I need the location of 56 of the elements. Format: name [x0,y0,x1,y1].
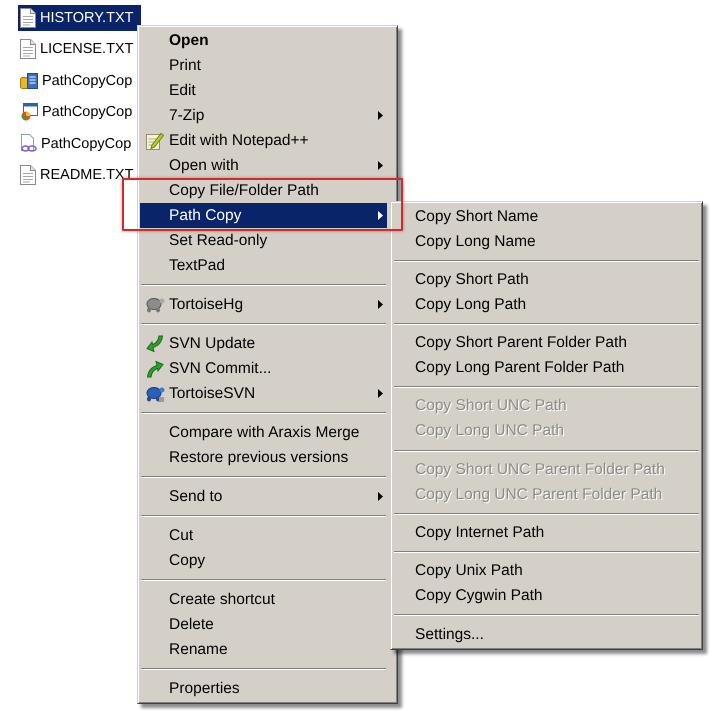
file-item[interactable]: HISTORY.TXT [18,5,142,31]
file-item[interactable]: PathCopyCop [18,130,140,157]
menu-item[interactable]: Rename [140,637,387,662]
window-icon [20,103,38,122]
menu-item[interactable]: 7-Zip [140,103,387,128]
file-item[interactable]: PathCopyCop [18,99,140,126]
menu-item[interactable]: Send to [140,484,387,509]
turtle-icon [144,296,164,314]
menu-item[interactable]: Copy Short Path [393,267,700,292]
menu-item[interactable]: Copy Cygwin Path [393,584,700,609]
menu-item[interactable]: Copy Long Path [393,292,700,318]
menu-item[interactable]: SVN Update [140,331,387,356]
menu-item[interactable]: Copy Long Parent Folder Path [393,356,700,381]
menu-item[interactable]: Properties [140,676,387,701]
menu-item[interactable]: Edit with Notepad++ [140,128,387,153]
submenu-arrow-icon [378,161,383,170]
menu-item[interactable]: Copy Long Name [393,229,700,254]
submenu-arrow-icon [378,300,383,309]
file-item[interactable]: README.TXT [18,162,142,188]
menu-item[interactable]: Edit [140,78,387,103]
menu-item[interactable]: Open with [140,153,387,178]
document-icon [20,39,36,60]
menu-item[interactable]: SVN Commit... [140,356,387,381]
curved-arrow-icon [146,334,164,352]
menu-item[interactable]: TortoiseSVN [140,381,387,406]
submenu-arrow-icon [378,492,383,501]
package-icon [20,72,38,90]
menu-item[interactable]: Copy Short Name [393,204,700,229]
menu-item[interactable]: TextPad [140,253,387,278]
notepad-pencil-icon [146,132,164,150]
document-chain-icon [20,134,37,154]
menu-item[interactable]: Copy Unix Path [393,558,700,584]
menu-item[interactable]: Settings... [393,622,700,648]
menu-item[interactable]: Path Copy [140,203,387,228]
menu-item[interactable]: Restore previous versions [140,445,387,470]
turtle-icon [144,384,164,402]
menu-item[interactable]: Create shortcut [140,587,387,612]
submenu-arrow-icon [378,111,383,120]
menu-item[interactable]: Compare with Araxis Merge [140,420,387,445]
file-item[interactable]: PathCopyCop [18,68,140,94]
menu-item[interactable]: Copy File/Folder Path [140,178,387,203]
menu-item[interactable]: Copy Short Parent Folder Path [393,330,700,356]
menu-item[interactable]: Set Read-only [140,228,387,253]
menu-item[interactable]: Copy [140,548,387,573]
curved-arrow-icon [146,360,164,378]
document-icon [20,164,36,185]
menu-item[interactable]: Delete [140,612,387,637]
file-item[interactable]: LICENSE.TXT [18,36,142,62]
menu-item[interactable]: Copy Internet Path [393,520,700,546]
menu-item[interactable]: Open [140,28,387,53]
menu-item[interactable]: TortoiseHg [140,292,387,317]
document-icon [20,8,36,28]
menu-item[interactable]: Print [140,53,387,78]
submenu-arrow-icon [378,389,383,398]
submenu-arrow-icon [378,211,383,220]
menu-item[interactable]: Cut [140,523,387,548]
